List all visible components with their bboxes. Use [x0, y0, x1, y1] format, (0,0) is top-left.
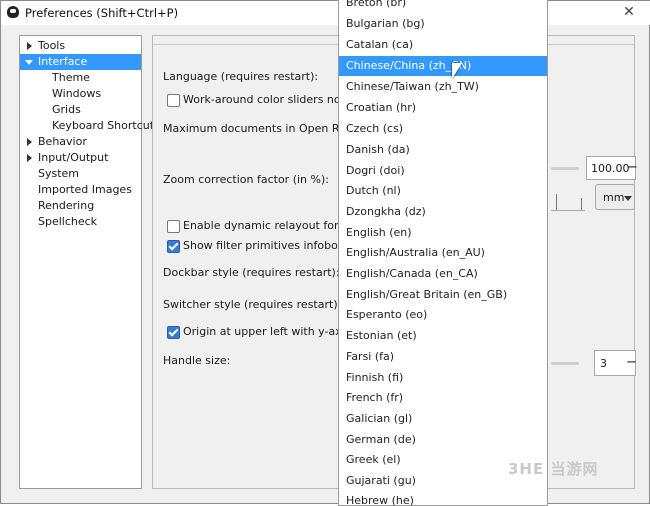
tree-item-system[interactable]: System — [38, 166, 79, 182]
handle-decrement-button[interactable]: − — [626, 355, 637, 370]
zoom-slider[interactable] — [551, 167, 579, 170]
watermark: 3HE 当游网 — [508, 460, 599, 478]
dropdown-item[interactable]: Czech (cs) — [339, 119, 547, 139]
dropdown-item-highlighted[interactable]: Chinese/China (zh_CN) — [339, 56, 547, 76]
switcher-style-label: Switcher style (requires restart): — [163, 298, 342, 311]
origin-checkbox[interactable] — [167, 326, 180, 339]
zoom-value: 100.00 — [591, 162, 630, 175]
tree-item-interface[interactable]: Interface — [20, 54, 141, 70]
mouse-pointer-icon — [452, 63, 462, 79]
tree-item-rendering[interactable]: Rendering — [38, 198, 94, 214]
zoom-decrement-button[interactable]: − — [627, 160, 638, 175]
preferences-window: Preferences (Shift+Ctrl+P) ✕ Tools Inter… — [0, 0, 650, 504]
close-icon[interactable]: ✕ — [613, 3, 645, 21]
dropdown-item[interactable]: English/Great Britain (en_GB) — [339, 285, 547, 305]
dropdown-item[interactable]: Esperanto (eo) — [339, 305, 547, 325]
expand-arrow-icon[interactable] — [27, 154, 32, 162]
dropdown-item[interactable]: Dzongkha (dz) — [339, 202, 547, 222]
tree-item-imported-images[interactable]: Imported Images — [38, 182, 132, 198]
dropdown-item[interactable]: Finnish (fi) — [339, 368, 547, 388]
preferences-tree: Tools Interface Theme Windows Grids Keyb… — [19, 35, 160, 489]
tree-item-windows[interactable]: Windows — [52, 86, 101, 102]
dropdown-item[interactable]: Dutch (nl) — [339, 181, 547, 201]
dropdown-item[interactable]: English/Canada (en_CA) — [339, 264, 547, 284]
tree-item-input-output[interactable]: Input/Output — [20, 150, 141, 166]
inkscape-app-icon — [7, 6, 19, 18]
dropdown-item[interactable]: Croatian (hr) — [339, 98, 547, 118]
unit-select[interactable]: mm — [595, 184, 635, 210]
zoom-correction-label: Zoom correction factor (in %): — [163, 173, 329, 186]
collapse-arrow-icon[interactable] — [25, 60, 33, 65]
tree-item-keyboard-shortcuts[interactable]: Keyboard Shortcuts — [52, 118, 160, 134]
dropdown-item[interactable]: Dogri (doi) — [339, 161, 547, 181]
chevron-down-icon — [624, 196, 632, 201]
tree-item-grids[interactable]: Grids — [52, 102, 81, 118]
dropdown-item[interactable]: Bulgarian (bg) — [339, 14, 547, 34]
dockbar-style-label: Dockbar style (requires restart): — [163, 266, 340, 279]
handle-size-label: Handle size: — [163, 354, 231, 367]
language-dropdown-list[interactable]: Breton (br) Bulgarian (bg) Catalan (ca) … — [338, 0, 548, 506]
dropdown-item[interactable]: Danish (da) — [339, 140, 547, 160]
workaround-checkbox[interactable] — [167, 94, 180, 107]
zoom-spinbox[interactable]: 100.00 − — [586, 156, 638, 180]
tree-item-behavior[interactable]: Behavior — [20, 134, 141, 150]
dropdown-item[interactable]: Breton (br) — [339, 0, 547, 13]
dropdown-item[interactable]: French (fr) — [339, 388, 547, 408]
filter-infobox-checkbox[interactable] — [167, 240, 180, 253]
handle-size-value: 3 — [600, 357, 607, 370]
tree-item-spellcheck[interactable]: Spellcheck — [38, 214, 97, 230]
tree-item-theme[interactable]: Theme — [52, 70, 90, 86]
tree-item-tools[interactable]: Tools — [20, 38, 141, 54]
title-bar[interactable]: Preferences (Shift+Ctrl+P) ✕ — [1, 1, 650, 25]
window-title: Preferences (Shift+Ctrl+P) — [25, 6, 179, 20]
dynamic-relayout-checkbox[interactable] — [167, 220, 180, 233]
language-label: Language (requires restart): — [163, 70, 319, 83]
expand-arrow-icon[interactable] — [27, 138, 32, 146]
ruler-preview — [551, 184, 585, 211]
handle-size-slider[interactable] — [551, 362, 579, 365]
dropdown-item[interactable]: English (en) — [339, 223, 547, 243]
dropdown-item[interactable]: Estonian (et) — [339, 326, 547, 346]
dropdown-item[interactable]: Chinese/Taiwan (zh_TW) — [339, 77, 547, 97]
handle-size-spinbox[interactable]: 3 − — [594, 350, 637, 376]
dropdown-item[interactable]: German (de) — [339, 430, 547, 450]
unit-value: mm — [603, 191, 625, 204]
dropdown-item[interactable]: Farsi (fa) — [339, 347, 547, 367]
expand-arrow-icon[interactable] — [27, 42, 32, 50]
dropdown-item[interactable]: Galician (gl) — [339, 409, 547, 429]
dropdown-item[interactable]: English/Australia (en_AU) — [339, 243, 547, 263]
dropdown-item[interactable]: Catalan (ca) — [339, 35, 547, 55]
